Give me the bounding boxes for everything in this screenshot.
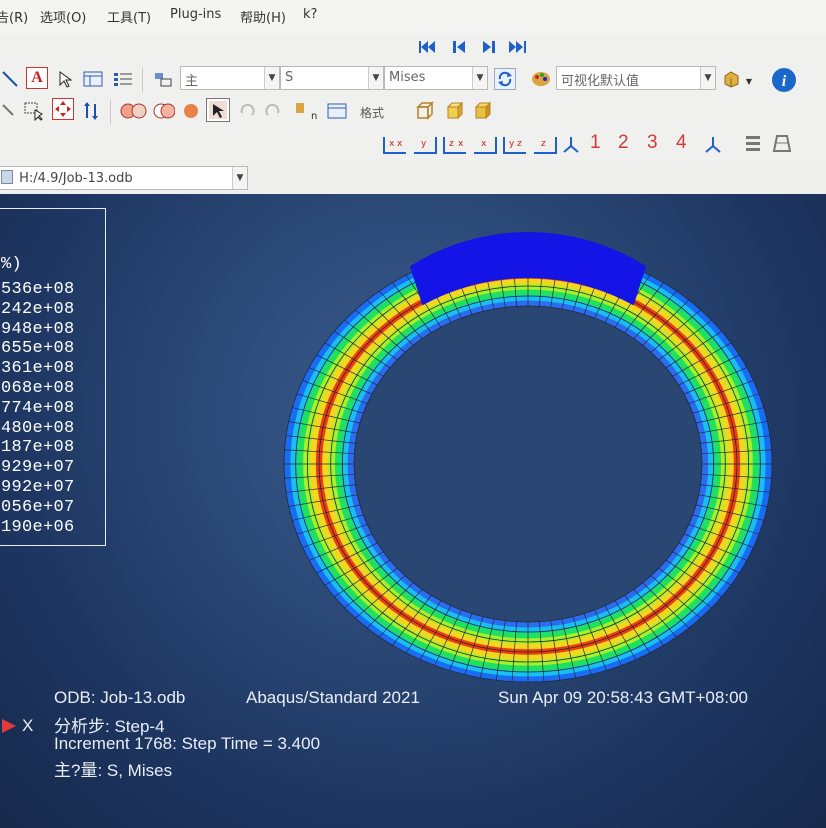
file-icon xyxy=(1,170,13,184)
view-xy-icon[interactable]: xx xyxy=(380,134,408,156)
stack-icon[interactable] xyxy=(770,132,794,156)
default-field-combo[interactable]: 可视化默认值 ▼ xyxy=(556,66,716,90)
svg-text:x: x xyxy=(389,139,395,149)
chevron-down-icon: ▼ xyxy=(232,167,247,189)
variable-combo[interactable]: S ▼ xyxy=(280,66,384,90)
svg-text:z: z xyxy=(449,139,454,149)
view-4-button[interactable]: 4 xyxy=(676,132,687,154)
probe-icon[interactable] xyxy=(206,98,230,122)
view-zy-icon[interactable]: z xyxy=(530,134,558,156)
viewport-table-icon[interactable] xyxy=(326,100,348,122)
view-2-button[interactable]: 2 xyxy=(618,132,629,154)
arrow-tool-icon[interactable] xyxy=(0,68,22,90)
common-plot-options-icon[interactable]: n xyxy=(292,100,322,122)
invariant-combo[interactable]: Mises ▼ xyxy=(384,66,488,90)
svg-text:y: y xyxy=(421,139,427,149)
invariant-combo-value: Mises xyxy=(389,70,426,85)
solver-info-line: Abaqus/Standard 2021 xyxy=(246,688,420,707)
results-combo-value: 主 xyxy=(185,74,199,89)
menu-report[interactable]: 告(R) xyxy=(0,7,28,26)
svg-text:z: z xyxy=(541,139,546,149)
chevron-down-icon: ▼ xyxy=(472,67,487,89)
svg-text:x: x xyxy=(458,139,464,149)
next-frame-icon[interactable] xyxy=(478,36,500,58)
menu-plugins[interactable]: Plug-ins xyxy=(170,7,221,22)
info-icon[interactable]: i xyxy=(770,66,798,94)
chevron-down-icon[interactable]: ▼ xyxy=(742,70,756,92)
cube-solid-icon[interactable] xyxy=(472,100,494,122)
view-3-button[interactable]: 3 xyxy=(647,132,658,154)
view-yx-icon[interactable]: y xyxy=(410,134,438,156)
variable-combo-value: S xyxy=(285,70,294,85)
odb-info-line: ODB: Job-13.odb xyxy=(54,688,186,707)
odb-path: H:/4.9/Job-13.odb xyxy=(19,171,133,186)
layers-icon[interactable] xyxy=(742,132,766,156)
palette-icon[interactable] xyxy=(530,68,552,90)
viewport[interactable]: %) 536e+08 242e+08 948e+08 655e+08 361e+08 06… xyxy=(0,194,826,828)
pointer-icon[interactable] xyxy=(54,68,76,90)
ghost-label: 格式 xyxy=(360,106,385,120)
view-1-button[interactable]: 1 xyxy=(590,132,601,154)
svg-text:z: z xyxy=(517,139,522,149)
triad-icon[interactable] xyxy=(702,134,724,156)
odb-selector-row: H:/4.9/Job-13.odb ▼ xyxy=(0,164,826,194)
increment-info-line: Increment 1768: Step Time = 3.400 xyxy=(54,734,321,753)
svg-text:n: n xyxy=(311,111,317,121)
svg-text:y: y xyxy=(509,139,515,149)
menu-tools[interactable]: 工具(T) xyxy=(107,7,151,26)
first-frame-icon[interactable] xyxy=(418,36,440,58)
sphere-icon[interactable] xyxy=(180,100,202,122)
view-xz-icon[interactable]: x xyxy=(470,134,498,156)
undo-icon[interactable] xyxy=(236,100,258,122)
toolbar-area: A 主 ▼ S ▼ Mises ▼ 可视化默认值 ▼ ▼ i n 格式 x x … xyxy=(0,34,826,164)
view-yz-icon[interactable]: yz xyxy=(500,134,528,156)
menu-whats-this[interactable]: k? xyxy=(303,7,317,22)
results-combo[interactable]: 主 ▼ xyxy=(180,66,280,90)
chevron-down-icon: ▼ xyxy=(264,67,279,89)
field-output-icon[interactable] xyxy=(152,68,174,90)
separator xyxy=(142,68,143,92)
list-icon[interactable] xyxy=(112,68,134,90)
menu-help[interactable]: 帮助(H) xyxy=(240,7,286,26)
refresh-icon[interactable] xyxy=(494,68,516,90)
menu-options[interactable]: 选项(O) xyxy=(40,7,86,26)
separator xyxy=(110,100,111,124)
previous-frame-icon[interactable] xyxy=(448,36,470,58)
cube-outline-icon[interactable] xyxy=(414,100,436,122)
view-zx-icon[interactable]: zx xyxy=(440,134,468,156)
sort-icon[interactable] xyxy=(80,100,102,122)
table-icon[interactable] xyxy=(82,68,104,90)
redo-icon[interactable] xyxy=(262,100,284,122)
chevron-down-icon: ▼ xyxy=(368,67,383,89)
select-region-icon[interactable] xyxy=(22,100,44,122)
default-field-combo-value: 可视化默认值 xyxy=(561,74,640,89)
cube-view-icon[interactable] xyxy=(720,68,742,90)
cube-shaded-icon[interactable] xyxy=(444,100,466,122)
odb-selector[interactable]: H:/4.9/Job-13.odb ▼ xyxy=(0,166,248,190)
menubar: 告(R) 选项(O) 工具(T) Plug-ins 帮助(H) k? xyxy=(0,0,826,35)
text-annotation-icon[interactable]: A xyxy=(26,67,48,89)
chevron-down-icon: ▼ xyxy=(700,67,715,89)
svg-text:i: i xyxy=(782,73,787,90)
query-icon[interactable] xyxy=(0,100,22,122)
color-overlay-icon[interactable] xyxy=(152,100,176,122)
date-info-line: Sun Apr 09 20:58:43 GMT+08:00 xyxy=(498,688,748,707)
svg-text:x: x xyxy=(481,139,487,149)
overlay-icon[interactable] xyxy=(118,100,148,122)
iso-view-icon[interactable] xyxy=(560,134,582,156)
primary-variable-info-line: 主?量: S, Mises xyxy=(54,761,173,780)
ring-hole xyxy=(354,306,702,622)
last-frame-icon[interactable] xyxy=(506,36,528,58)
fit-view-icon[interactable] xyxy=(52,98,74,120)
triad-x-label: X xyxy=(22,716,34,735)
svg-text:x: x xyxy=(397,139,403,149)
